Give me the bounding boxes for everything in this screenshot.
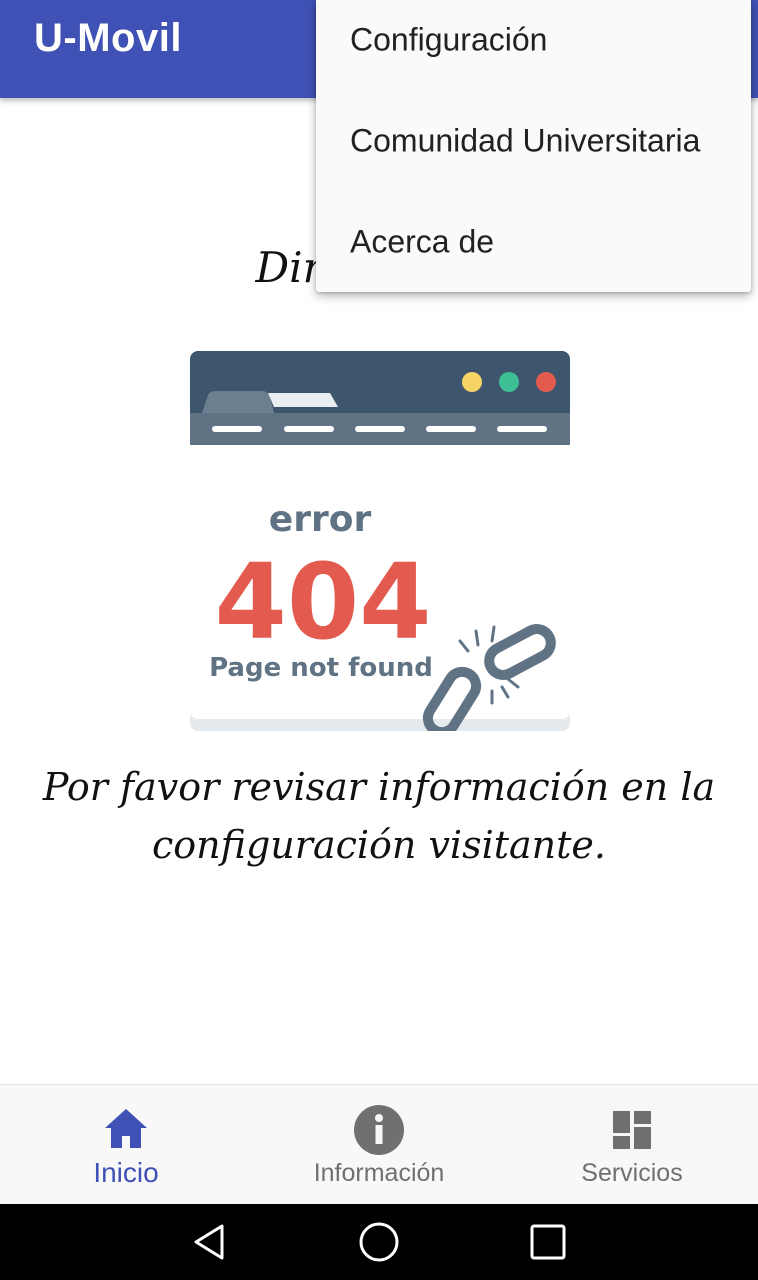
window-dot-yellow xyxy=(462,372,482,392)
app-screen: U-Movil Dirección S xyxy=(0,0,758,1280)
window-dot-red xyxy=(536,372,556,392)
back-icon[interactable] xyxy=(188,1220,232,1264)
error-404-image: error 404 Page not found xyxy=(190,351,570,738)
error-code: 404 xyxy=(214,541,431,663)
recents-icon[interactable] xyxy=(526,1220,570,1264)
nav-label-inicio: Inicio xyxy=(93,1157,159,1188)
system-navigation-bar xyxy=(0,1204,758,1280)
nav-item-inicio[interactable]: Inicio xyxy=(0,1085,252,1205)
menu-item-label: Acerca de xyxy=(350,223,495,260)
menu-item-acerca-de[interactable]: Acerca de xyxy=(316,192,751,292)
nav-label-servicios: Servicios xyxy=(581,1159,683,1187)
menu-item-label: Comunidad Universitaria xyxy=(350,122,701,159)
home-circle-icon[interactable] xyxy=(357,1220,401,1264)
info-icon xyxy=(354,1105,404,1155)
menu-item-configuracion[interactable]: Configuración xyxy=(316,0,751,90)
menu-item-label: Configuración xyxy=(350,21,548,58)
info-message: Por favor revisar información en la conf… xyxy=(40,758,718,874)
error-404-illustration: error 404 Page not found xyxy=(190,351,570,738)
info-message-line-1: Por favor revisar información en la xyxy=(42,765,716,809)
bottom-navigation: Inicio Información Servicios xyxy=(0,1084,758,1204)
home-icon xyxy=(105,1109,147,1148)
info-message-line-2: configuración visitante. xyxy=(152,823,606,867)
window-dot-green xyxy=(499,372,519,392)
nav-item-informacion[interactable]: Información xyxy=(253,1085,505,1205)
menu-item-comunidad-universitaria[interactable]: Comunidad Universitaria xyxy=(316,91,751,191)
nav-item-servicios[interactable]: Servicios xyxy=(506,1085,758,1205)
nav-label-informacion: Información xyxy=(313,1159,445,1187)
error-caption: Page not found xyxy=(209,653,433,683)
overflow-menu: Configuración Comunidad Universitaria Ac… xyxy=(316,0,751,292)
app-title: U-Movil xyxy=(34,16,182,60)
dashboard-icon xyxy=(613,1111,651,1149)
error-word: error xyxy=(269,499,372,540)
